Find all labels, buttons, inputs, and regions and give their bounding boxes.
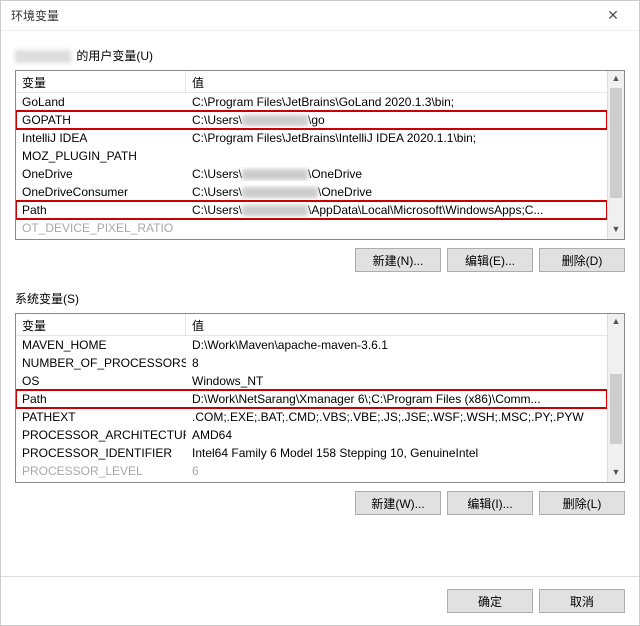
table-row[interactable]: PROCESSOR_IDENTIFIERIntel64 Family 6 Mod… (16, 444, 607, 462)
cell-var-value: C:\Users\\go (186, 113, 607, 127)
titlebar: 环境变量 ✕ (1, 1, 639, 31)
scroll-down-icon[interactable]: ▼ (608, 222, 624, 239)
cell-var-value: C:\Users\\AppData\Local\Microsoft\Window… (186, 203, 607, 217)
edit-button[interactable]: 编辑(E)... (447, 248, 533, 272)
table-row[interactable]: PathD:\Work\NetSarang\Xmanager 6\;C:\Pro… (16, 390, 607, 408)
col-header-value[interactable]: 值 (186, 314, 624, 335)
cell-var-value: C:\Users\\OneDrive (186, 167, 607, 181)
cell-var-name: PROCESSOR_LEVEL (16, 464, 186, 478)
table-row[interactable]: OneDriveC:\Users\\OneDrive (16, 165, 607, 183)
cell-var-value: C:\Users\\OneDrive (186, 185, 607, 199)
table-row[interactable]: MOZ_PLUGIN_PATH (16, 147, 607, 165)
col-header-name[interactable]: 变量 (16, 314, 186, 335)
cell-var-value: C:\Program Files\JetBrains\IntelliJ IDEA… (186, 131, 607, 145)
system-vars-label: 系统变量(S) (15, 290, 625, 307)
scrollbar-vertical[interactable]: ▲ ▼ (607, 314, 624, 482)
scroll-thumb[interactable] (610, 88, 622, 198)
dialog-button-bar: 确定 取消 (1, 576, 639, 625)
cell-var-name: GoLand (16, 95, 186, 109)
cell-var-value: .COM;.EXE;.BAT;.CMD;.VBS;.VBE;.JS;.JSE;.… (186, 410, 607, 424)
table-row[interactable]: IntelliJ IDEAC:\Program Files\JetBrains\… (16, 129, 607, 147)
new-button[interactable]: 新建(N)... (355, 248, 441, 272)
user-vars-list[interactable]: 变量 值 GoLandC:\Program Files\JetBrains\Go… (15, 70, 625, 240)
dialog-content: 的用户变量(U) 变量 值 GoLandC:\Program Files\Jet… (1, 31, 639, 576)
table-row[interactable]: PathC:\Users\\AppData\Local\Microsoft\Wi… (16, 201, 607, 219)
table-row[interactable]: MAVEN_HOMED:\Work\Maven\apache-maven-3.6… (16, 336, 607, 354)
scroll-up-icon[interactable]: ▲ (608, 71, 624, 88)
system-vars-group: 系统变量(S) 变量 值 MAVEN_HOMED:\Work\Maven\apa… (15, 284, 625, 515)
table-row[interactable]: PROCESSOR_ARCHITECTUREAMD64 (16, 426, 607, 444)
cell-var-value: AMD64 (186, 428, 607, 442)
system-vars-list[interactable]: 变量 值 MAVEN_HOMED:\Work\Maven\apache-mave… (15, 313, 625, 483)
cell-var-name: OneDriveConsumer (16, 185, 186, 199)
cell-var-value: D:\Work\NetSarang\Xmanager 6\;C:\Program… (186, 392, 607, 406)
scroll-up-icon[interactable]: ▲ (608, 314, 624, 331)
col-header-value[interactable]: 值 (186, 71, 624, 92)
user-vars-group: 的用户变量(U) 变量 值 GoLandC:\Program Files\Jet… (15, 41, 625, 272)
cell-var-name: PROCESSOR_ARCHITECTURE (16, 428, 186, 442)
cell-var-name: MAVEN_HOME (16, 338, 186, 352)
system-button-row: 新建(W)... 编辑(I)... 删除(L) (15, 491, 625, 515)
cell-var-value: 6 (186, 464, 607, 478)
delete-button[interactable]: 删除(L) (539, 491, 625, 515)
redacted-text (242, 169, 308, 180)
list-body: MAVEN_HOMED:\Work\Maven\apache-maven-3.6… (16, 336, 607, 482)
list-header: 变量 值 (16, 71, 624, 93)
cancel-button[interactable]: 取消 (539, 589, 625, 613)
table-row[interactable]: GoLandC:\Program Files\JetBrains\GoLand … (16, 93, 607, 111)
table-row[interactable]: GOPATHC:\Users\\go (16, 111, 607, 129)
table-row[interactable]: PATHEXT.COM;.EXE;.BAT;.CMD;.VBS;.VBE;.JS… (16, 408, 607, 426)
user-vars-label: 的用户变量(U) (15, 47, 625, 64)
scroll-thumb[interactable] (610, 374, 622, 444)
cell-var-name: IntelliJ IDEA (16, 131, 186, 145)
cell-var-name: NUMBER_OF_PROCESSORS (16, 356, 186, 370)
list-body: GoLandC:\Program Files\JetBrains\GoLand … (16, 93, 607, 239)
cell-var-value: C:\Program Files\JetBrains\GoLand 2020.1… (186, 95, 607, 109)
cell-var-name: GOPATH (16, 113, 186, 127)
scroll-down-icon[interactable]: ▼ (608, 465, 624, 482)
redacted-text (242, 205, 308, 216)
scrollbar-vertical[interactable]: ▲ ▼ (607, 71, 624, 239)
table-row[interactable]: OSWindows_NT (16, 372, 607, 390)
close-icon[interactable]: ✕ (593, 7, 633, 24)
user-button-row: 新建(N)... 编辑(E)... 删除(D) (15, 248, 625, 272)
cell-var-value: Windows_NT (186, 374, 607, 388)
new-button[interactable]: 新建(W)... (355, 491, 441, 515)
cell-var-name: PATHEXT (16, 410, 186, 424)
cell-var-name: OT_DEVICE_PIXEL_RATIO (16, 221, 186, 235)
delete-button[interactable]: 删除(D) (539, 248, 625, 272)
redacted-text (242, 115, 308, 126)
list-header: 变量 值 (16, 314, 624, 336)
cell-var-value: D:\Work\Maven\apache-maven-3.6.1 (186, 338, 607, 352)
cell-var-name: OS (16, 374, 186, 388)
table-row[interactable]: NUMBER_OF_PROCESSORS8 (16, 354, 607, 372)
table-row[interactable]: OT_DEVICE_PIXEL_RATIO (16, 219, 607, 237)
redacted-username (15, 50, 71, 63)
cell-var-value: Intel64 Family 6 Model 158 Stepping 10, … (186, 446, 607, 460)
cell-var-name: MOZ_PLUGIN_PATH (16, 149, 186, 163)
redacted-text (242, 187, 318, 198)
ok-button[interactable]: 确定 (447, 589, 533, 613)
cell-var-name: Path (16, 203, 186, 217)
table-row[interactable]: PROCESSOR_LEVEL6 (16, 462, 607, 480)
cell-var-name: PROCESSOR_IDENTIFIER (16, 446, 186, 460)
window-title: 环境变量 (11, 7, 593, 24)
table-row[interactable]: OneDriveConsumerC:\Users\\OneDrive (16, 183, 607, 201)
env-vars-dialog: 环境变量 ✕ 的用户变量(U) 变量 值 GoLandC:\Program Fi… (0, 0, 640, 626)
col-header-name[interactable]: 变量 (16, 71, 186, 92)
cell-var-value: 8 (186, 356, 607, 370)
edit-button[interactable]: 编辑(I)... (447, 491, 533, 515)
cell-var-name: OneDrive (16, 167, 186, 181)
cell-var-name: Path (16, 392, 186, 406)
